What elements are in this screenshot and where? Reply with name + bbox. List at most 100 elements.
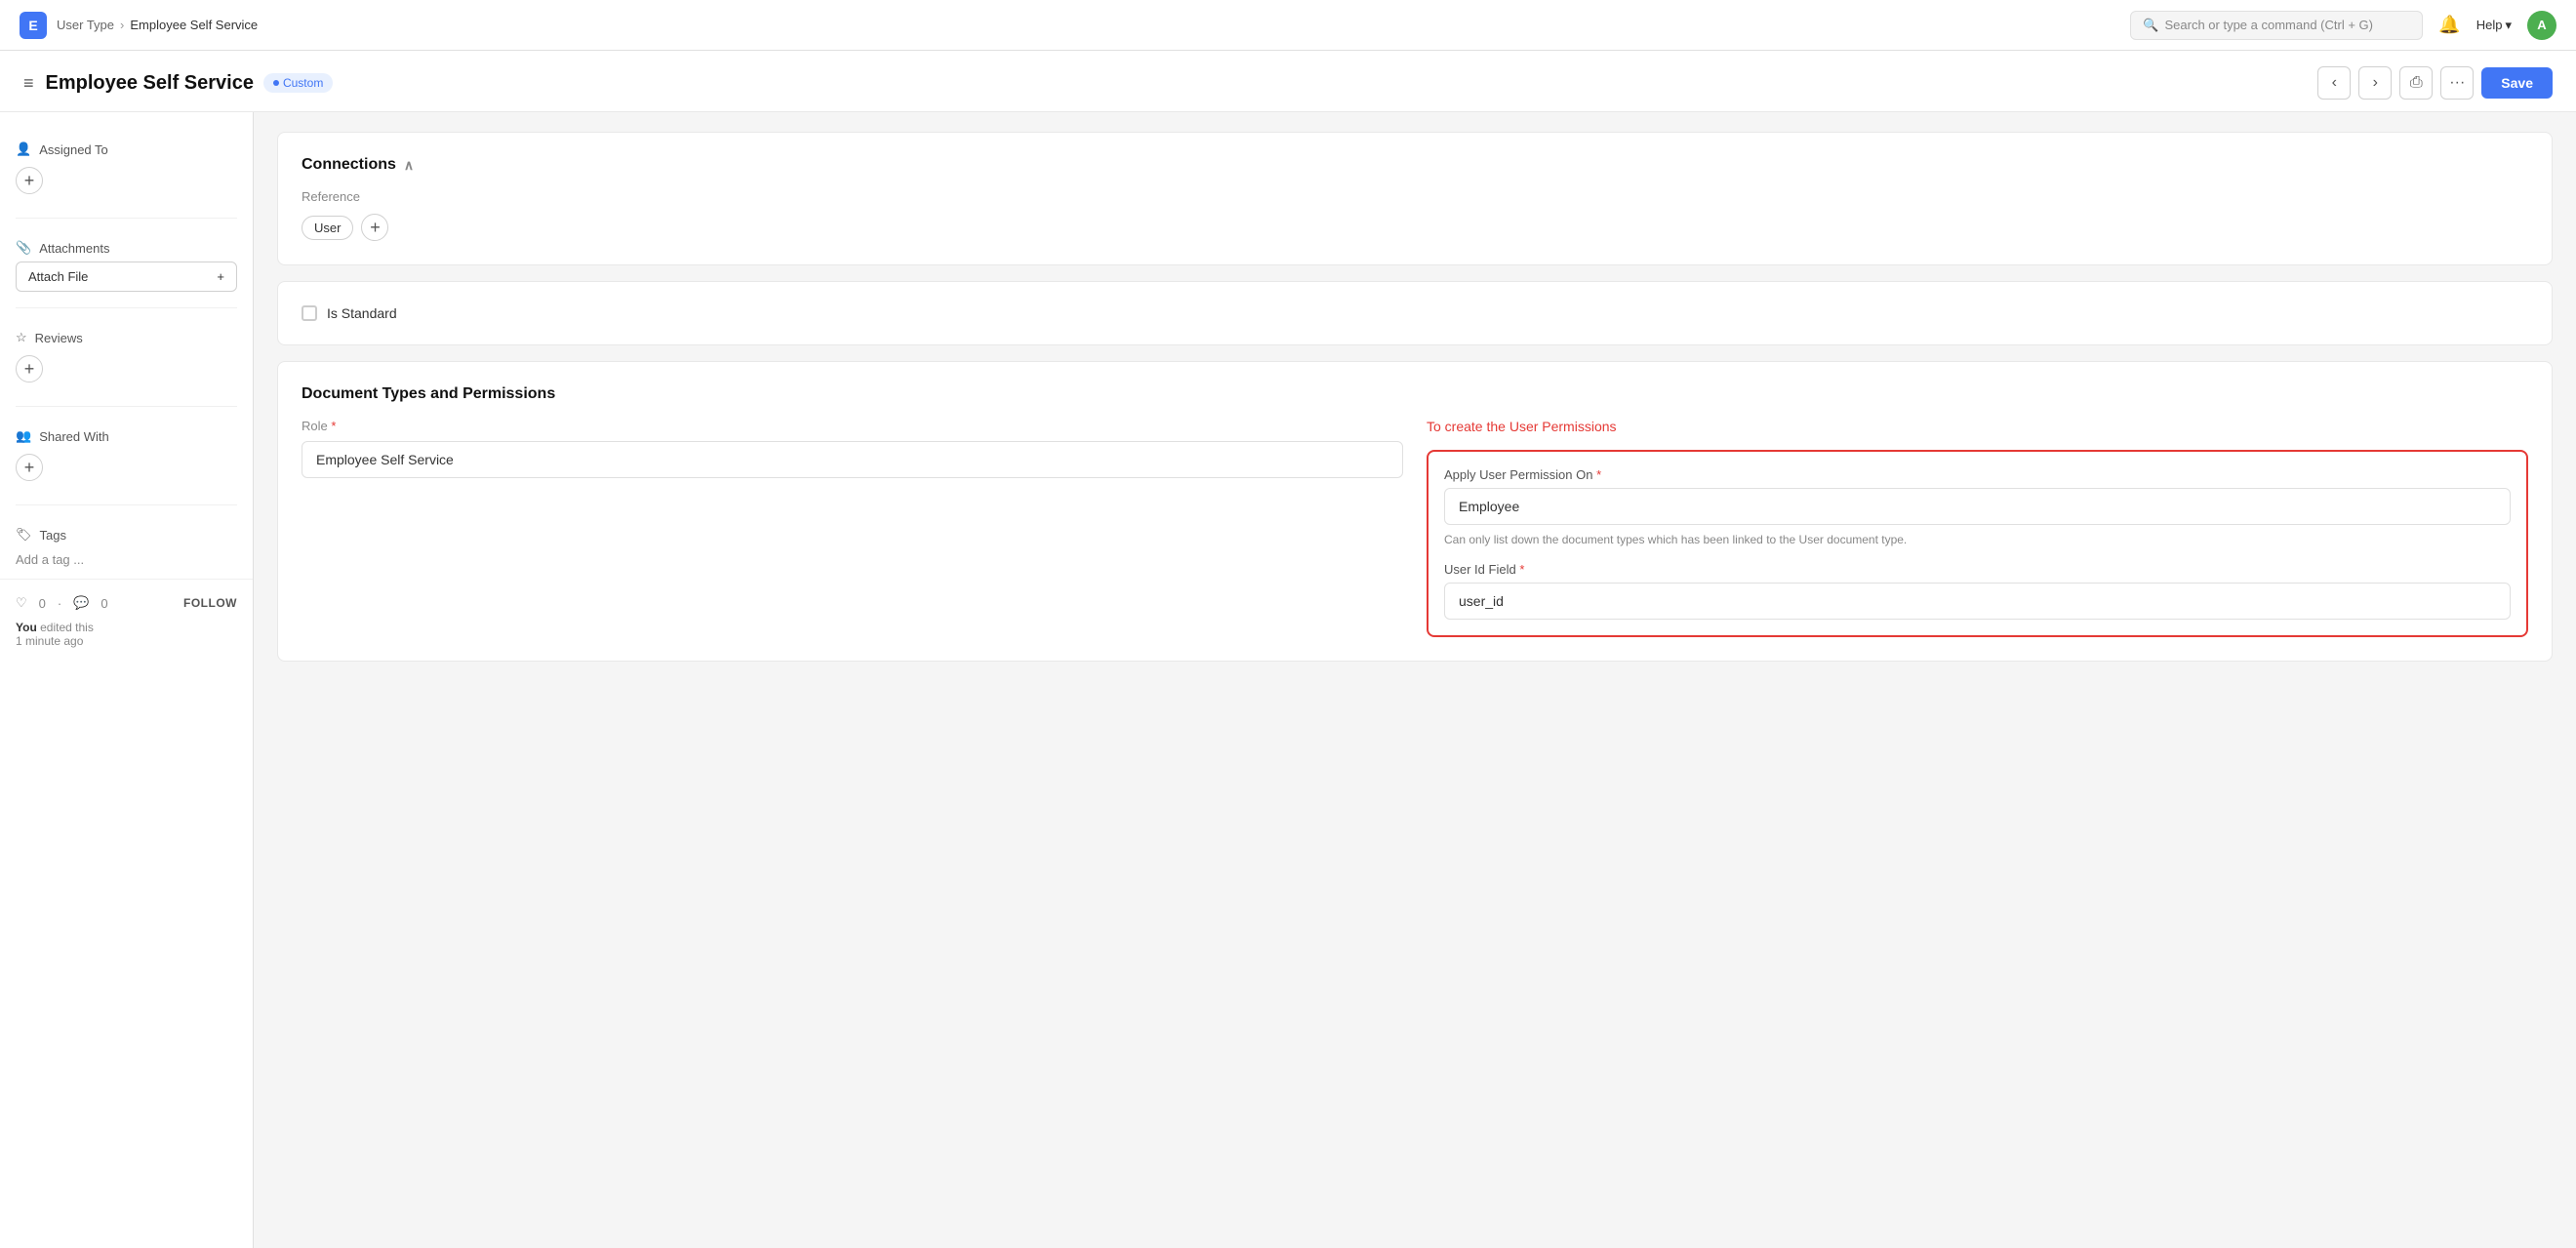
search-icon: 🔍	[2143, 18, 2158, 33]
main-layout: 👤 Assigned To + 📎 Attachments Attach Fil…	[0, 112, 2576, 1248]
role-section: Role * Employee Self Service	[302, 419, 1403, 637]
sidebar-bottom: ♡ 0 · 💬 0 FOLLOW You edited this 1 minut…	[0, 579, 253, 664]
connections-reference-label: Reference	[302, 189, 2528, 204]
prev-button[interactable]: ‹	[2317, 66, 2351, 100]
shared-with-icon: 👥	[16, 428, 31, 444]
assigned-to-label: 👤 Assigned To	[16, 136, 237, 163]
tags-section: 🏷 Tags Add a tag ...	[0, 513, 253, 579]
role-value: Employee Self Service	[302, 441, 1403, 478]
add-tag-text[interactable]: Add a tag ...	[16, 548, 237, 571]
user-id-value: user_id	[1444, 583, 2511, 620]
is-standard-row: Is Standard	[302, 305, 2528, 321]
apply-required-star: *	[1596, 467, 1601, 482]
attachments-section: 📎 Attachments Attach File +	[0, 226, 253, 300]
assigned-to-icon: 👤	[16, 141, 31, 157]
print-button[interactable]: ⎙	[2399, 66, 2433, 100]
dot-separator: ·	[58, 596, 61, 611]
custom-badge: Custom	[263, 73, 333, 93]
sidebar-divider-2	[16, 307, 237, 308]
badge-label: Custom	[283, 76, 323, 90]
main-content: Connections ∧ Reference User + Is Standa…	[254, 112, 2576, 1248]
apply-permission-field: Apply User Permission On * Employee Can …	[1444, 467, 2511, 548]
connections-title: Connections ∧	[302, 156, 2528, 174]
is-standard-label: Is Standard	[327, 305, 397, 321]
add-review-button[interactable]: +	[16, 355, 43, 382]
doc-perms-grid: Role * Employee Self Service To create t…	[302, 419, 2528, 637]
sidebar: 👤 Assigned To + 📎 Attachments Attach Fil…	[0, 112, 254, 1248]
tags-label: 🏷 Tags	[16, 521, 237, 548]
add-assigned-to-button[interactable]: +	[16, 167, 43, 194]
is-standard-checkbox[interactable]	[302, 305, 317, 321]
is-standard-card: Is Standard	[277, 281, 2553, 345]
sidebar-divider-1	[16, 218, 237, 219]
reviews-label: ☆ Reviews	[16, 324, 237, 351]
connections-tags: User +	[302, 214, 2528, 241]
shared-with-section: 👥 Shared With +	[0, 415, 253, 497]
breadcrumb: User Type › Employee Self Service	[57, 18, 258, 32]
next-button[interactable]: ›	[2358, 66, 2392, 100]
doc-permissions-title-text: Document Types and Permissions	[302, 385, 555, 403]
edited-time: 1 minute ago	[16, 634, 83, 648]
heart-icon[interactable]: ♡	[16, 595, 27, 611]
app-logo: E	[20, 12, 47, 39]
like-count: 0	[39, 596, 46, 611]
more-options-button[interactable]: ···	[2440, 66, 2474, 100]
user-id-label: User Id Field *	[1444, 562, 2511, 577]
like-row: ♡ 0 · 💬 0 FOLLOW	[16, 595, 237, 611]
search-bar[interactable]: 🔍 Search or type a command (Ctrl + G)	[2130, 11, 2423, 40]
breadcrumb-current: Employee Self Service	[130, 18, 258, 32]
follow-button[interactable]: FOLLOW	[183, 596, 237, 610]
user-id-required-star: *	[1519, 562, 1524, 577]
add-connection-button[interactable]: +	[361, 214, 388, 241]
role-required-star: *	[331, 419, 336, 433]
apply-permission-value: Employee	[1444, 488, 2511, 525]
page-header: ≡ Employee Self Service Custom ‹ › ⎙ ···…	[0, 51, 2576, 112]
doc-permissions-title: Document Types and Permissions	[302, 385, 2528, 403]
comment-count: 0	[101, 596, 107, 611]
connections-card: Connections ∧ Reference User +	[277, 132, 2553, 265]
header-actions: ‹ › ⎙ ··· Save	[2317, 66, 2553, 100]
breadcrumb-parent[interactable]: User Type	[57, 18, 114, 32]
user-tag-label: User	[314, 221, 341, 235]
add-shared-with-button[interactable]: +	[16, 454, 43, 481]
page-title: Employee Self Service	[46, 72, 254, 95]
attachments-label: 📎 Attachments	[16, 234, 237, 262]
role-label: Role *	[302, 419, 1403, 433]
top-nav: E User Type › Employee Self Service 🔍 Se…	[0, 0, 2576, 51]
help-menu[interactable]: Help ▾	[2476, 18, 2512, 33]
help-chevron-icon: ▾	[2505, 18, 2512, 33]
attach-file-plus-icon: +	[217, 269, 224, 284]
avatar[interactable]: A	[2527, 11, 2556, 40]
user-permissions-section: To create the User Permissions Apply Use…	[1427, 419, 2528, 637]
breadcrumb-sep: ›	[120, 18, 124, 32]
edited-action-text: edited this	[40, 621, 94, 634]
reviews-icon: ☆	[16, 330, 27, 345]
perms-box: Apply User Permission On * Employee Can …	[1427, 450, 2528, 637]
help-label: Help	[2476, 18, 2503, 32]
shared-with-label: 👥 Shared With	[16, 423, 237, 450]
user-id-field: User Id Field * user_id	[1444, 562, 2511, 620]
assigned-to-section: 👤 Assigned To +	[0, 128, 253, 210]
attach-file-button[interactable]: Attach File +	[16, 262, 237, 292]
connections-title-text: Connections	[302, 156, 396, 174]
edited-by: You	[16, 621, 37, 634]
reviews-section: ☆ Reviews +	[0, 316, 253, 398]
apply-help-text: Can only list down the document types wh…	[1444, 531, 2511, 548]
collapse-connections-icon[interactable]: ∧	[404, 157, 414, 174]
perms-hint-text: To create the User Permissions	[1427, 419, 2528, 434]
save-button[interactable]: Save	[2481, 67, 2553, 99]
attach-file-label: Attach File	[28, 269, 88, 284]
sidebar-divider-4	[16, 504, 237, 505]
comment-icon[interactable]: 💬	[73, 595, 89, 611]
badge-dot-icon	[273, 80, 279, 86]
sidebar-toggle-icon[interactable]: ≡	[23, 73, 34, 94]
notification-bell-icon[interactable]: 🔔	[2438, 15, 2460, 35]
tag-icon: 🏷	[16, 527, 32, 543]
edited-text: You edited this 1 minute ago	[16, 621, 237, 648]
attachment-icon: 📎	[16, 240, 31, 256]
apply-permission-label: Apply User Permission On *	[1444, 467, 2511, 482]
sidebar-divider-3	[16, 406, 237, 407]
user-connection-tag[interactable]: User	[302, 216, 353, 240]
doc-permissions-card: Document Types and Permissions Role * Em…	[277, 361, 2553, 662]
search-placeholder-text: Search or type a command (Ctrl + G)	[2164, 18, 2373, 32]
